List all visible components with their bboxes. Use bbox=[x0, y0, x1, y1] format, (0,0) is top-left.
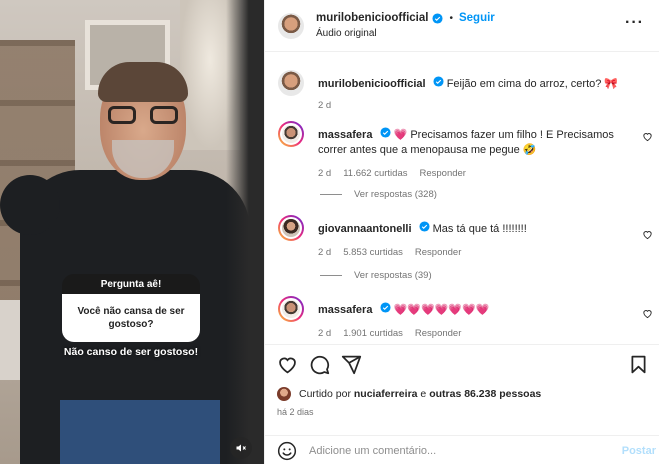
action-icons-row bbox=[277, 354, 649, 376]
reply-button[interactable]: Responder bbox=[415, 247, 461, 258]
comment-username[interactable]: giovannaantonelli bbox=[318, 223, 412, 235]
comment-input[interactable] bbox=[309, 444, 622, 457]
liked-by-summary: Curtido por nuciaferreira e outras 86.23… bbox=[277, 387, 541, 401]
verified-badge-icon bbox=[433, 76, 444, 87]
replies-divider bbox=[320, 194, 342, 195]
comment-likes-count[interactable]: 11.662 curtidas bbox=[343, 168, 407, 179]
comment-bubble-icon[interactable] bbox=[309, 354, 330, 375]
emoji-smiley-icon[interactable] bbox=[277, 441, 297, 461]
add-comment-bar: Postar bbox=[265, 435, 659, 464]
view-replies-label: Ver respostas (328) bbox=[354, 189, 437, 200]
share-paper-plane-icon[interactable] bbox=[341, 354, 362, 375]
story-question-header: Pergunta aê! bbox=[62, 274, 200, 294]
post-header: murilobenicioofficial • Seguir Áudio ori… bbox=[265, 0, 659, 52]
author-avatar[interactable] bbox=[278, 12, 304, 39]
speaker-muted-icon bbox=[236, 444, 246, 452]
comment-item: massafera 💗💗💗💗💗💗💗 2 d 1.901 curtidas Res… bbox=[278, 296, 653, 339]
like-comment-heart-icon[interactable] bbox=[642, 308, 653, 319]
post-time-ago[interactable]: há 2 dias bbox=[277, 407, 314, 417]
post-actions-section: Curtido por nuciaferreira e outras 86.23… bbox=[265, 344, 659, 464]
verified-badge-icon bbox=[419, 221, 430, 232]
comment-item: giovannaantonelli Mas tá que tá !!!!!!!!… bbox=[278, 215, 653, 258]
person-jeans bbox=[60, 400, 220, 464]
replies-divider bbox=[320, 275, 342, 276]
like-comment-heart-icon[interactable] bbox=[642, 131, 653, 142]
verified-badge-icon bbox=[379, 302, 391, 313]
comment-text: Mas tá que tá !!!!!!!! bbox=[432, 223, 527, 235]
comment-text: 💗💗💗💗💗💗💗 bbox=[393, 304, 490, 316]
caption-username[interactable]: murilobenicioofficial bbox=[318, 78, 426, 90]
liked-by-others[interactable]: outras 86.238 pessoas bbox=[429, 388, 541, 400]
comment-time[interactable]: 2 d bbox=[318, 247, 331, 258]
liked-by-user[interactable]: nuciaferreira bbox=[354, 388, 418, 400]
reply-button[interactable]: Responder bbox=[415, 328, 461, 339]
caption-text: Feijão em cima do arroz, certo? 🎀 bbox=[446, 78, 619, 90]
reply-button[interactable]: Responder bbox=[419, 168, 465, 179]
comment-username[interactable]: massafera bbox=[318, 129, 372, 141]
verified-badge-icon bbox=[379, 127, 391, 138]
person-arm bbox=[0, 175, 60, 235]
caption-time[interactable]: 2 d bbox=[318, 100, 331, 111]
like-heart-icon[interactable] bbox=[277, 354, 298, 375]
comment-likes-count[interactable]: 1.901 curtidas bbox=[343, 328, 403, 339]
liker-mini-avatar[interactable] bbox=[277, 387, 291, 401]
like-comment-heart-icon[interactable] bbox=[642, 229, 653, 240]
view-replies-button[interactable]: Ver respostas (39) bbox=[320, 270, 432, 281]
view-replies-button[interactable]: Ver respostas (328) bbox=[320, 189, 437, 200]
story-answer-text: Não canso de ser gostoso! bbox=[63, 346, 199, 358]
comment-likes-count[interactable]: 5.853 curtidas bbox=[343, 247, 403, 258]
commenter-avatar[interactable] bbox=[278, 296, 304, 322]
comment-time[interactable]: 2 d bbox=[318, 168, 331, 179]
media-dark-edge bbox=[226, 0, 264, 464]
story-question-text: Você não cansa de ser gostoso? bbox=[62, 294, 200, 342]
follow-button[interactable]: Seguir bbox=[459, 12, 495, 24]
post-media[interactable]: Pergunta aê! Você não cansa de ser gosto… bbox=[0, 0, 264, 464]
person-glasses bbox=[108, 106, 178, 126]
comment-username[interactable]: massafera bbox=[318, 304, 372, 316]
caption-item: murilobenicioofficial Feijão em cima do … bbox=[278, 70, 653, 111]
separator-dot: • bbox=[449, 12, 453, 24]
mute-button[interactable] bbox=[230, 437, 252, 459]
comment-item: massafera 💗 Precisamos fazer um filho ! … bbox=[278, 121, 653, 179]
caption-author-avatar[interactable] bbox=[278, 70, 304, 96]
audio-label[interactable]: Áudio original bbox=[316, 28, 495, 39]
liked-by-middle: e bbox=[420, 388, 427, 400]
commenter-avatar[interactable] bbox=[278, 121, 304, 147]
post-comment-button[interactable]: Postar bbox=[622, 445, 656, 457]
comment-time[interactable]: 2 d bbox=[318, 328, 331, 339]
post-details-panel: murilobenicioofficial • Seguir Áudio ori… bbox=[264, 0, 659, 464]
person-hair bbox=[98, 62, 188, 102]
author-username[interactable]: murilobenicioofficial bbox=[316, 12, 428, 24]
save-bookmark-icon[interactable] bbox=[628, 354, 649, 375]
liked-by-prefix: Curtido por bbox=[299, 388, 351, 400]
comments-list: murilobenicioofficial Feijão em cima do … bbox=[265, 52, 659, 344]
story-question-sticker: Pergunta aê! Você não cansa de ser gosto… bbox=[62, 274, 200, 342]
commenter-avatar[interactable] bbox=[278, 215, 304, 241]
view-replies-label: Ver respostas (39) bbox=[354, 270, 432, 281]
more-options-icon[interactable]: ··· bbox=[625, 15, 644, 31]
verified-badge-icon bbox=[432, 12, 444, 24]
